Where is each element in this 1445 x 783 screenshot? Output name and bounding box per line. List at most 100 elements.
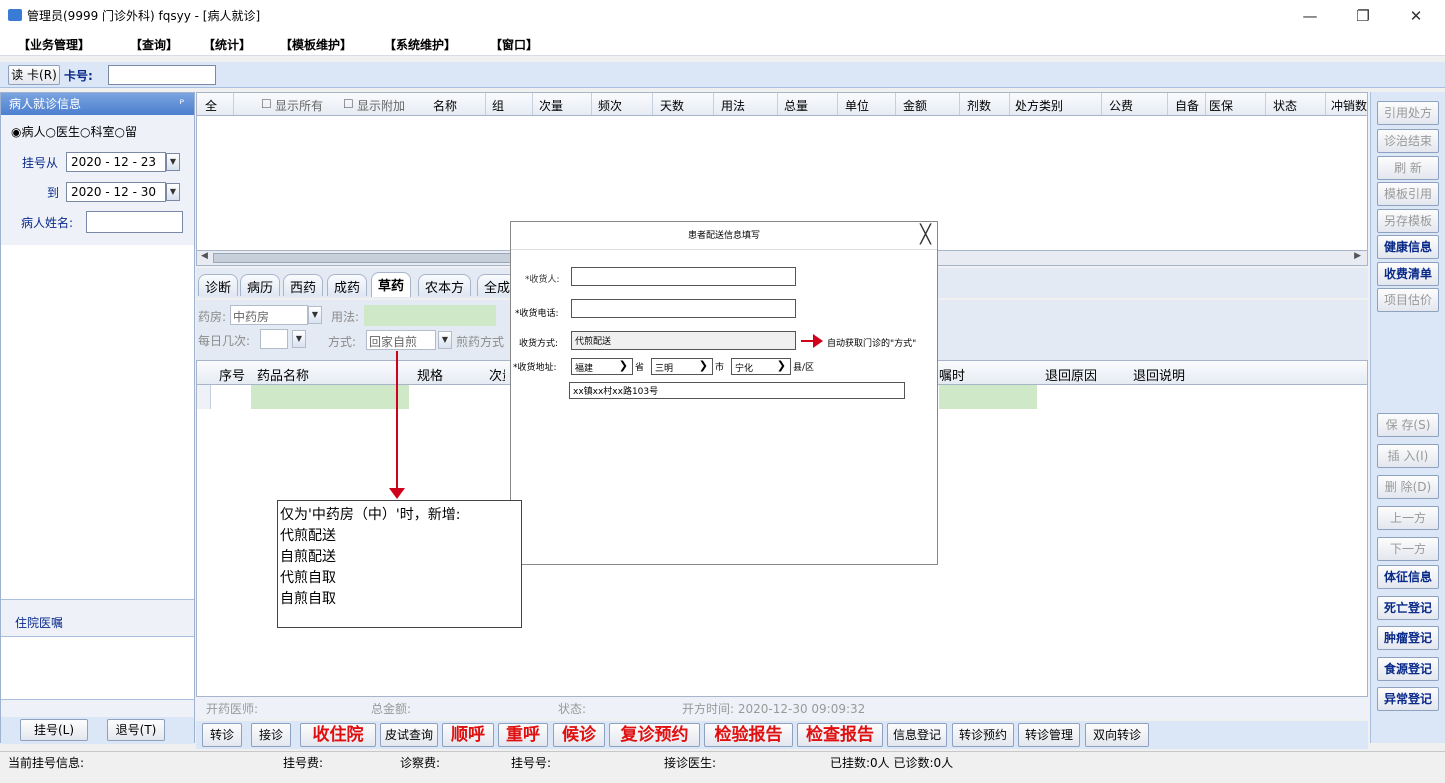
accept-button[interactable]: 接诊 [251,723,291,747]
transfer-manage-button[interactable]: 转诊管理 [1018,723,1080,747]
reg-from-input[interactable]: 2020 - 12 - 23 [66,152,166,172]
close-button[interactable]: ✕ [1393,0,1439,32]
abnormal-register-button[interactable]: 异常登记 [1377,687,1439,711]
radio-doctor-label[interactable]: 医生 [56,125,80,139]
row-selector[interactable] [197,385,211,409]
skin-test-button[interactable]: 皮试查询 [380,723,438,747]
food-register-button[interactable]: 食源登记 [1377,657,1439,681]
radio-icon[interactable]: ○ [80,125,90,139]
reg-to-input[interactable]: 2020 - 12 - 30 [66,182,166,202]
radio-icon[interactable]: ○ [46,125,56,139]
radio-icon[interactable]: ○ [115,125,125,139]
times-input[interactable] [260,329,288,349]
radio-checked-icon[interactable]: ◉ [11,125,21,139]
card-toolbar: 读 卡(R) 卡号: [0,62,1445,88]
phone-input[interactable] [571,299,796,318]
save-button[interactable]: 保 存(S) [1377,413,1439,437]
dialog-title: 患者配送信息填写 [511,222,937,250]
restore-button[interactable]: ❐ [1340,0,1386,32]
finish-visit-button[interactable]: 诊治结束 [1377,129,1439,153]
insert-button[interactable]: 插 入(I) [1377,444,1439,468]
health-info-button[interactable]: 健康信息 [1377,235,1439,259]
register-button[interactable]: 挂号(L) [20,719,88,741]
show-all-label[interactable]: 显示所有 [275,97,323,114]
recall-button[interactable]: 重呼 [498,723,548,747]
menu-system[interactable]: 【系统维护】 [384,36,456,53]
transfer-booking-button[interactable]: 转诊预约 [952,723,1014,747]
menu-stats[interactable]: 【统计】 [203,36,251,53]
tab-farm[interactable]: 农本方 [418,274,472,296]
tumor-register-button[interactable]: 肿瘤登记 [1377,626,1439,650]
card-no-input[interactable] [108,65,216,85]
note-line: 代煎自取 [280,570,336,586]
patient-name-input[interactable] [86,211,183,233]
dialog-close-icon[interactable]: ╳ [920,224,931,245]
pharmacy-select[interactable]: 中药房 [230,305,308,325]
city-select[interactable]: 三明 ❯ [651,358,713,375]
tab-record[interactable]: 病历 [240,274,281,296]
delete-button[interactable]: 删 除(D) [1377,475,1439,499]
transfer-button[interactable]: 转诊 [202,723,242,747]
followup-button[interactable]: 复诊预约 [609,723,700,747]
death-register-button[interactable]: 死亡登记 [1377,596,1439,620]
save-template-button[interactable]: 另存模板 [1377,209,1439,233]
prev-rx-button[interactable]: 上一方 [1377,506,1439,530]
unregister-button[interactable]: 退号(T) [107,719,165,741]
chevron-down-icon[interactable]: ▼ [308,306,322,324]
radio-patient-label[interactable]: 病人 [21,125,45,139]
street-input[interactable]: xx镇xx村xx路103号 [569,382,905,399]
address-label: *收货地址: [513,363,557,373]
method-input[interactable]: 代煎配送 [571,331,796,350]
menu-window[interactable]: 【窗口】 [490,36,538,53]
admit-button[interactable]: 收住院 [300,723,376,747]
usage-input[interactable] [364,305,496,326]
chevron-down-icon[interactable]: ▼ [166,153,180,171]
radio-stay-label[interactable]: 留 [125,125,137,139]
note-time-cell[interactable] [939,385,1037,409]
chevron-down-icon[interactable]: ▼ [166,183,180,201]
lab-report-button[interactable]: 检验报告 [704,723,793,747]
use-template-button[interactable]: 模板引用 [1377,182,1439,206]
waiting-button[interactable]: 候诊 [553,723,605,747]
show-all-checkbox[interactable]: ☐ [261,97,272,111]
show-extra-label[interactable]: 显示附加 [357,97,405,114]
scroll-thumb[interactable] [213,253,513,263]
show-extra-checkbox[interactable]: ☐ [343,97,354,111]
scroll-right-icon[interactable]: ▶ [1354,251,1361,261]
next-rx-button[interactable]: 下一方 [1377,537,1439,561]
read-card-button[interactable]: 读 卡(R) [8,65,60,85]
scroll-left-icon[interactable]: ◀ [201,251,208,261]
menu-query[interactable]: 【查询】 [130,36,178,53]
total-amount: 总金额: [371,702,412,716]
two-way-transfer-button[interactable]: 双向转诊 [1085,723,1149,747]
province-select[interactable]: 福建 ❯ [571,358,633,375]
tab-herbal[interactable]: 草药 [371,272,412,297]
chevron-down-icon[interactable]: ▼ [292,330,306,348]
prescribing-doctor: 开药医师: [206,702,259,716]
chevron-down-icon[interactable]: ▼ [438,331,452,349]
menu-template[interactable]: 【模板维护】 [280,36,352,53]
tab-patent[interactable]: 成药 [327,274,368,296]
refresh-button[interactable]: 刷 新 [1377,156,1439,180]
cite-rx-button[interactable]: 引用处方 [1377,101,1439,125]
radio-dept-label[interactable]: 科室 [90,125,114,139]
drug-name-cell[interactable] [251,385,409,409]
menu-business[interactable]: 【业务管理】 [18,36,90,53]
receiver-input[interactable] [571,267,796,286]
pin-icon[interactable]: ᴾ [179,93,184,115]
call-next-button[interactable]: 顺呼 [442,723,494,747]
decoct-label: 煎药方式 [456,335,505,349]
reg-fee: 挂号费: [283,756,324,770]
county-select[interactable]: 宁化 ❯ [731,358,791,375]
fee-list-button[interactable]: 收费清单 [1377,262,1439,286]
estimate-button[interactable]: 项目估价 [1377,288,1439,312]
minimize-button[interactable]: — [1287,0,1333,32]
info-register-button[interactable]: 信息登记 [887,723,947,747]
vitals-button[interactable]: 体征信息 [1377,565,1439,589]
mode-select[interactable]: 回家自煎 [366,330,436,350]
tab-diagnosis[interactable]: 诊断 [198,274,239,296]
exam-report-button[interactable]: 检查报告 [797,723,883,747]
tab-western[interactable]: 西药 [283,274,324,296]
col-total: 总量 [784,99,809,113]
col-all[interactable]: 全 [205,97,217,114]
